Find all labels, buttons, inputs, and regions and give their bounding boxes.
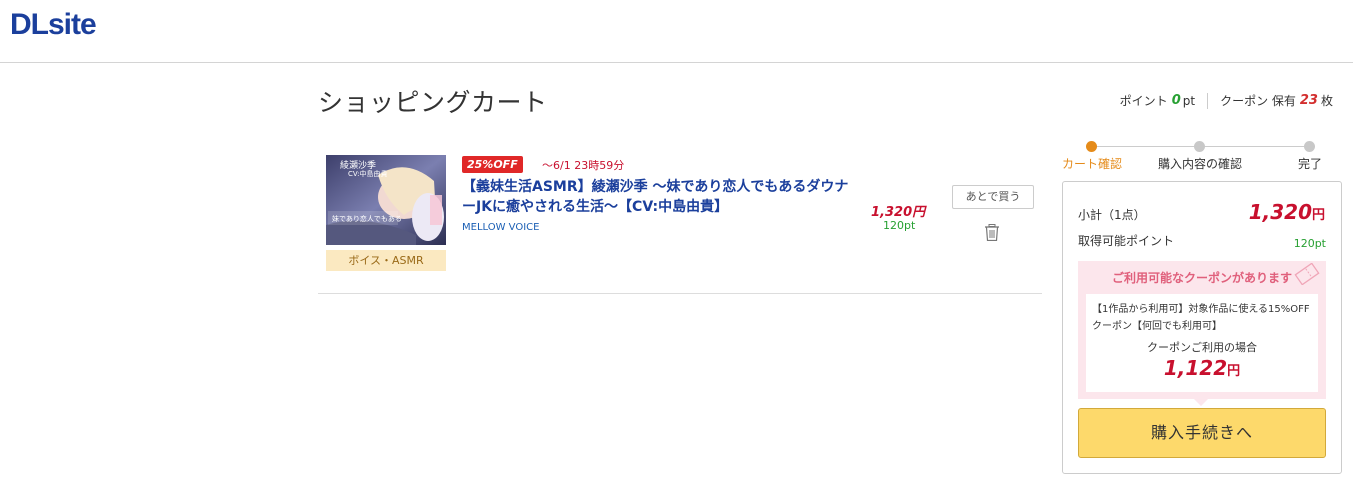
coupon-ticket-icon xyxy=(1294,263,1320,285)
site-header: DLsite xyxy=(0,0,1353,63)
genre-tag[interactable]: ボイス・ASMR xyxy=(326,250,446,271)
thumb-overlay-text: 妹であり恋人でもある xyxy=(332,214,402,223)
coupon-count[interactable]: 23 xyxy=(1300,93,1318,108)
sale-end-date: 〜6/1 23時59分 xyxy=(542,159,625,172)
step-dot-complete xyxy=(1304,141,1315,152)
step-dot-confirm xyxy=(1194,141,1205,152)
thumb-text-2: CV:中島由貴 xyxy=(348,170,388,178)
coupon-price-amount: 1,122 xyxy=(1163,356,1228,380)
save-for-later-button[interactable]: あとで買う xyxy=(952,185,1034,209)
user-stats: ポイント 0 pt クーポン 保有 23 枚 xyxy=(1120,92,1333,109)
subtotal-value: 1,320円 xyxy=(1249,200,1325,224)
points-earned-value: 120pt xyxy=(1293,237,1326,250)
coupon-price-unit: 円 xyxy=(1227,364,1241,379)
coupon-case-label: クーポンご利用の場合 xyxy=(1147,341,1257,354)
coupon-detail: 【1作品から利用可】対象作品に使える15%OFFクーポン【何回でも利用可】 クー… xyxy=(1086,294,1318,392)
step-label-confirm: 購入内容の確認 xyxy=(1158,157,1243,171)
subtotal-amount: 1,320 xyxy=(1248,200,1312,224)
dlsite-logo[interactable]: DLsite xyxy=(10,8,97,42)
trash-icon[interactable] xyxy=(985,224,999,241)
step-line xyxy=(1092,146,1200,147)
product-title-link[interactable]: 【義妹生活ASMR】綾瀬沙季 〜妹であり恋人でもあるダウナーJKに癒やされる生活… xyxy=(462,177,852,217)
step-dot-cart xyxy=(1086,141,1097,152)
checkout-button[interactable]: 購入手続きへ xyxy=(1078,408,1326,458)
coupon-title: ご利用可能なクーポンがあります xyxy=(1111,271,1292,285)
step-label-cart: カート確認 xyxy=(1062,157,1123,171)
cart-item: 妹であり恋人でもある 綾瀬沙季 CV:中島由貴 ボイス・ASMR 25%OFF … xyxy=(318,145,1042,294)
item-points: 120pt xyxy=(883,219,916,232)
page-title: ショッピングカート xyxy=(318,88,548,117)
points-value: 0 xyxy=(1171,93,1181,108)
points-label: ポイント xyxy=(1119,94,1168,108)
coupon-label[interactable]: クーポン 保有 xyxy=(1220,92,1296,109)
order-summary: 小計（1点） 1,320円 取得可能ポイント 120pt ご利用可能なクーポンが… xyxy=(1062,181,1342,474)
points-earned-label: 取得可能ポイント xyxy=(1078,234,1175,248)
item-price: 1,320円 xyxy=(871,205,926,220)
checkout-steps: カート確認 購入内容の確認 完了 xyxy=(1062,140,1334,176)
coupon-unit: 枚 xyxy=(1320,94,1333,108)
step-label-complete: 完了 xyxy=(1298,157,1323,171)
subtotal-label: 小計（1点） xyxy=(1078,208,1146,222)
step-line xyxy=(1200,146,1310,147)
product-thumbnail[interactable]: 妹であり恋人でもある 綾瀬沙季 CV:中島由貴 xyxy=(326,155,446,245)
points-unit: pt xyxy=(1182,93,1196,108)
coupon-box[interactable]: ご利用可能なクーポンがあります 【1作品から利用可】対象作品に使える15%OFF… xyxy=(1078,261,1326,406)
coupon-arrow xyxy=(1194,399,1208,406)
coupon-description: 【1作品から利用可】対象作品に使える15%OFFクーポン【何回でも利用可】 xyxy=(1092,304,1310,332)
subtotal-unit: 円 xyxy=(1311,208,1325,223)
maker-link[interactable]: MELLOW VOICE xyxy=(462,222,539,233)
stats-divider xyxy=(1207,92,1209,109)
coupon-price: 1,122円 xyxy=(1086,356,1318,380)
discount-badge: 25%OFF xyxy=(462,156,523,173)
